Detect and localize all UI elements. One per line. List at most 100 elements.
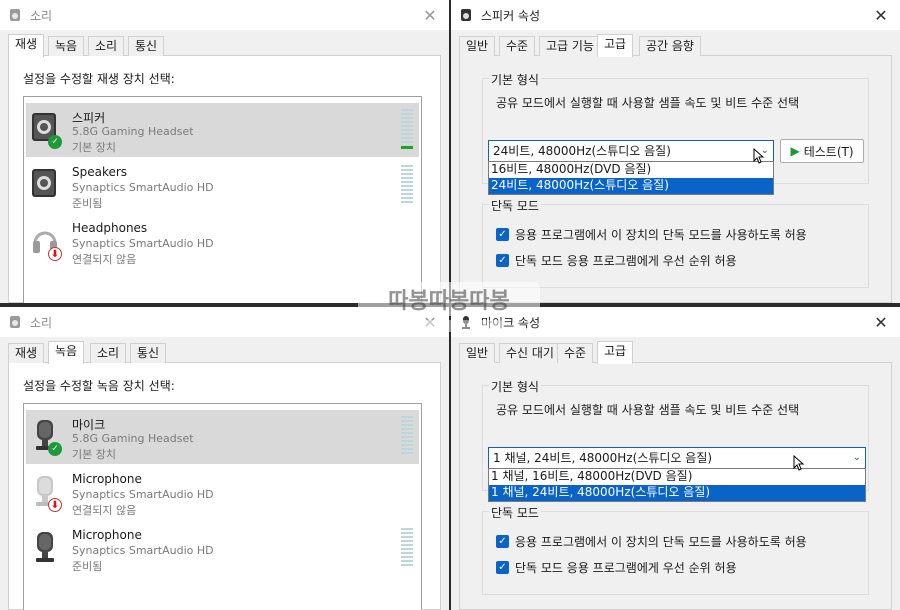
speaker-icon bbox=[30, 167, 66, 207]
tab-strip: 재생 녹음 소리 통신 bbox=[8, 341, 441, 364]
checkbox-checked-icon: ✓ bbox=[496, 535, 509, 548]
device-description: Synaptics SmartAudio HD bbox=[72, 488, 214, 501]
exclusive-mode-group: 단독 모드 bbox=[482, 504, 869, 595]
device-item[interactable]: ⬇ Headphones Synaptics SmartAudio HD 연결되… bbox=[26, 215, 419, 269]
device-item[interactable]: Speakers Synaptics SmartAudio HD 준비됨 bbox=[26, 159, 419, 213]
title-bar: 소리 ✕ bbox=[0, 307, 449, 337]
close-button[interactable]: ✕ bbox=[870, 311, 892, 333]
speaker-icon: ✓ bbox=[30, 111, 66, 151]
tab-communications[interactable]: 통신 bbox=[130, 343, 167, 363]
close-button[interactable]: ✕ bbox=[419, 4, 441, 26]
device-description: Synaptics SmartAudio HD bbox=[72, 181, 214, 194]
checkbox-label: 응용 프로그램에서 이 장치의 단독 모드를 사용하도록 허용 bbox=[515, 228, 807, 242]
mouse-cursor-icon bbox=[793, 455, 805, 471]
close-button[interactable]: ✕ bbox=[870, 4, 892, 26]
checkbox-label: 단독 모드 응용 프로그램에게 우선 순위 허용 bbox=[515, 561, 737, 575]
format-select[interactable]: 1 채널, 24비트, 48000Hz(스튜디오 음질) ⌄ bbox=[488, 447, 866, 469]
speaker-app-icon bbox=[459, 8, 473, 22]
select-value: 1 채널, 24비트, 48000Hz(스튜디오 음질) bbox=[493, 451, 713, 465]
device-status: 준비됨 bbox=[72, 560, 103, 573]
tab-advanced[interactable]: 고급 bbox=[597, 341, 634, 364]
format-select[interactable]: 24비트, 48000Hz(스튜디오 음질) ⌄ bbox=[488, 140, 774, 162]
tab-advanced[interactable]: 고급 bbox=[597, 34, 634, 57]
device-description: 5.8G Gaming Headset bbox=[72, 125, 194, 138]
tab-listen[interactable]: 수신 대기 bbox=[499, 343, 561, 363]
checkbox-label: 응용 프로그램에서 이 장치의 단독 모드를 사용하도록 허용 bbox=[515, 535, 807, 549]
device-item[interactable]: ✓ 스피커 5.8G Gaming Headset 기본 장치 bbox=[26, 103, 419, 157]
allow-exclusive-checkbox[interactable]: ✓ 응용 프로그램에서 이 장치의 단독 모드를 사용하도록 허용 bbox=[496, 533, 807, 550]
default-check-icon: ✓ bbox=[48, 135, 62, 149]
speaker-app-icon bbox=[8, 315, 22, 329]
allow-exclusive-checkbox[interactable]: ✓ 응용 프로그램에서 이 장치의 단독 모드를 사용하도록 허용 bbox=[496, 226, 807, 243]
device-status: 기본 장치 bbox=[72, 448, 116, 461]
microphone-icon bbox=[30, 530, 66, 570]
tab-panel: 기본 형식 공유 모드에서 실행할 때 사용할 샘플 속도 및 비트 수준 선택… bbox=[459, 363, 892, 610]
device-status: 연결되지 않음 bbox=[72, 253, 137, 266]
tab-playback[interactable]: 재생 bbox=[8, 34, 45, 57]
disconnected-arrow-icon: ⬇ bbox=[48, 247, 62, 261]
device-list[interactable]: ✓ 스피커 5.8G Gaming Headset 기본 장치 Speakers… bbox=[23, 96, 422, 303]
test-label: 테스트(T) bbox=[803, 144, 854, 159]
disconnected-arrow-icon: ⬇ bbox=[48, 498, 62, 512]
tab-panel: 설정을 수정할 재생 장치 선택: ✓ 스피커 5.8G Gaming Head… bbox=[8, 56, 441, 303]
tab-recording[interactable]: 녹음 bbox=[48, 36, 85, 56]
chevron-down-icon: ⌄ bbox=[852, 452, 861, 463]
exclusive-priority-checkbox[interactable]: ✓ 단독 모드 응용 프로그램에게 우선 순위 허용 bbox=[496, 252, 737, 269]
format-dropdown: 16비트, 48000Hz(DVD 음질) 24비트, 48000Hz(스튜디오… bbox=[488, 161, 774, 195]
tab-playback[interactable]: 재생 bbox=[8, 343, 45, 363]
microphone-icon: ✓ bbox=[30, 418, 66, 458]
exclusive-priority-checkbox[interactable]: ✓ 단독 모드 응용 프로그램에게 우선 순위 허용 bbox=[496, 559, 737, 576]
tab-communications[interactable]: 통신 bbox=[128, 36, 165, 56]
tab-general[interactable]: 일반 bbox=[459, 343, 496, 363]
device-item[interactable]: Microphone Synaptics SmartAudio HD 준비됨 bbox=[26, 522, 419, 576]
microphone-properties-window: 마이크 속성 ✕ 일반 수신 대기 수준 고급 기본 형식 공유 모드에서 실행… bbox=[451, 307, 900, 610]
window-title: 스피커 속성 bbox=[481, 8, 541, 23]
tab-general[interactable]: 일반 bbox=[459, 36, 496, 56]
tab-levels[interactable]: 수준 bbox=[557, 343, 594, 363]
close-button[interactable]: ✕ bbox=[419, 311, 441, 333]
exclusive-mode-group: 단독 모드 bbox=[482, 197, 869, 288]
format-dropdown: 1 채널, 16비트, 48000Hz(DVD 음질) 1 채널, 24비트, … bbox=[488, 468, 866, 502]
tab-strip: 일반 수준 고급 기능 고급 공간 음향 bbox=[459, 34, 892, 57]
device-status: 연결되지 않음 bbox=[72, 504, 137, 517]
device-list[interactable]: ✓ 마이크 5.8G Gaming Headset 기본 장치 ⬇ Microp… bbox=[23, 403, 422, 610]
headphones-icon: ⬇ bbox=[30, 223, 66, 263]
device-name: Headphones bbox=[72, 221, 148, 235]
sound-window-recording: 소리 ✕ 재생 녹음 소리 통신 설정을 수정할 녹음 장치 선택: ✓ 마이크… bbox=[0, 307, 449, 610]
level-meter bbox=[401, 528, 413, 568]
format-description: 공유 모드에서 실행할 때 사용할 샘플 속도 및 비트 수준 선택 bbox=[496, 403, 800, 417]
dropdown-option[interactable]: 1 채널, 24비트, 48000Hz(스튜디오 음질) bbox=[489, 485, 865, 501]
checkbox-label: 단독 모드 응용 프로그램에게 우선 순위 허용 bbox=[515, 254, 737, 268]
dropdown-option[interactable]: 24비트, 48000Hz(스튜디오 음질) bbox=[489, 178, 773, 194]
tab-strip: 재생 녹음 소리 통신 bbox=[8, 34, 441, 57]
device-item[interactable]: ⬇ Microphone Synaptics SmartAudio HD 연결되… bbox=[26, 466, 419, 520]
tab-levels[interactable]: 수준 bbox=[499, 36, 536, 56]
device-name: 스피커 bbox=[72, 111, 106, 125]
device-status: 준비됨 bbox=[72, 197, 103, 210]
format-description: 공유 모드에서 실행할 때 사용할 샘플 속도 및 비트 수준 선택 bbox=[496, 96, 800, 110]
checkbox-checked-icon: ✓ bbox=[496, 254, 509, 267]
group-title: 단독 모드 bbox=[489, 504, 541, 521]
device-name: 마이크 bbox=[72, 418, 106, 432]
tab-sounds[interactable]: 소리 bbox=[88, 36, 125, 56]
dropdown-option[interactable]: 1 채널, 16비트, 48000Hz(DVD 음질) bbox=[489, 469, 865, 485]
checkbox-checked-icon: ✓ bbox=[496, 228, 509, 241]
device-select-label: 설정을 수정할 녹음 장치 선택: bbox=[23, 379, 175, 393]
tab-sounds[interactable]: 소리 bbox=[90, 343, 127, 363]
sound-window-playback: 소리 ✕ 재생 녹음 소리 통신 설정을 수정할 재생 장치 선택: ✓ 스피커… bbox=[0, 0, 449, 303]
device-name: Microphone bbox=[72, 472, 142, 486]
checkbox-checked-icon: ✓ bbox=[496, 561, 509, 574]
tab-enhancements[interactable]: 고급 기능 bbox=[539, 36, 601, 56]
mouse-cursor-icon bbox=[753, 148, 765, 164]
device-item[interactable]: ✓ 마이크 5.8G Gaming Headset 기본 장치 bbox=[26, 410, 419, 464]
device-description: Synaptics SmartAudio HD bbox=[72, 237, 214, 250]
volume-meter bbox=[401, 165, 413, 205]
speaker-properties-window: 스피커 속성 ✕ 일반 수준 고급 기능 고급 공간 음향 기본 형식 공유 모… bbox=[451, 0, 900, 303]
dropdown-option[interactable]: 16비트, 48000Hz(DVD 음질) bbox=[489, 162, 773, 178]
tab-recording[interactable]: 녹음 bbox=[48, 341, 85, 364]
test-button[interactable]: ▶ 테스트(T) bbox=[780, 139, 864, 163]
window-title: 소리 bbox=[30, 315, 53, 330]
tab-spatial-sound[interactable]: 공간 음향 bbox=[639, 36, 701, 56]
group-title: 기본 형식 bbox=[489, 71, 541, 88]
microphone-icon: ⬇ bbox=[30, 474, 66, 514]
